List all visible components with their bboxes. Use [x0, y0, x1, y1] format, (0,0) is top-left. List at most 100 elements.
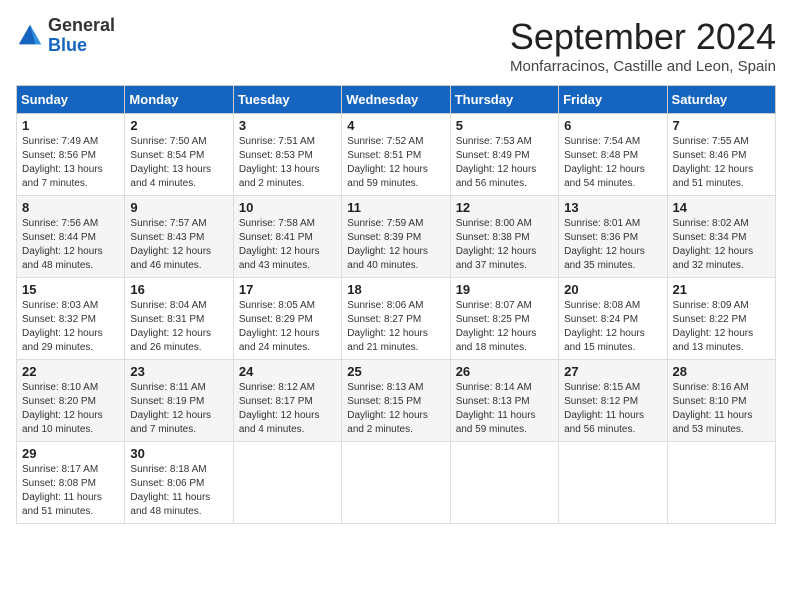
calendar-cell: 30 Sunrise: 8:18 AMSunset: 8:06 PMDayligh…	[125, 442, 233, 524]
logo: General Blue	[16, 16, 115, 56]
calendar-cell: 1 Sunrise: 7:49 AMSunset: 8:56 PMDaylight…	[17, 114, 125, 196]
day-number: 20	[564, 282, 661, 297]
day-number: 19	[456, 282, 553, 297]
day-info: Sunrise: 7:50 AMSunset: 8:54 PMDaylight:…	[130, 135, 227, 191]
day-number: 14	[673, 200, 770, 215]
calendar-cell: 21Sunrise: 8:09 AMSunset: 8:22 PMDayligh…	[667, 278, 775, 360]
day-info: Sunrise: 7:56 AMSunset: 8:44 PMDaylight:…	[22, 217, 119, 273]
day-number: 5	[456, 118, 553, 133]
calendar-cell: 29Sunrise: 8:17 AMSunset: 8:08 PMDayligh…	[17, 442, 125, 524]
day-info: Sunrise: 8:07 AMSunset: 8:25 PMDaylight:…	[456, 299, 553, 355]
calendar-cell: 2 Sunrise: 7:50 AMSunset: 8:54 PMDaylight…	[125, 114, 233, 196]
calendar-cell: 7 Sunrise: 7:55 AMSunset: 8:46 PMDaylight…	[667, 114, 775, 196]
location-title: Monfarracinos, Castille and Leon, Spain	[510, 58, 776, 75]
header-day-friday: Friday	[559, 86, 667, 114]
day-number: 15	[22, 282, 119, 297]
calendar-cell: 6Sunrise: 7:54 AMSunset: 8:48 PMDaylight…	[559, 114, 667, 196]
day-info: Sunrise: 7:53 AMSunset: 8:49 PMDaylight:…	[456, 135, 553, 191]
day-number: 26	[456, 364, 553, 379]
day-info: Sunrise: 8:15 AMSunset: 8:12 PMDaylight:…	[564, 381, 661, 437]
day-info: Sunrise: 7:57 AMSunset: 8:43 PMDaylight:…	[130, 217, 227, 273]
day-number: 2	[130, 118, 227, 133]
calendar-cell: 22 Sunrise: 8:10 AMSunset: 8:20 PMDayligh…	[17, 360, 125, 442]
header-day-thursday: Thursday	[450, 86, 558, 114]
logo-icon	[16, 22, 44, 50]
calendar-cell: 23 Sunrise: 8:11 AMSunset: 8:19 PMDayligh…	[125, 360, 233, 442]
calendar-cell	[342, 442, 450, 524]
day-info: Sunrise: 7:55 AMSunset: 8:46 PMDaylight:…	[673, 135, 770, 191]
day-info: Sunrise: 8:16 AMSunset: 8:10 PMDaylight:…	[673, 381, 770, 437]
day-number: 30	[130, 446, 227, 461]
day-number: 6	[564, 118, 661, 133]
day-info: Sunrise: 8:04 AMSunset: 8:31 PMDaylight:…	[130, 299, 227, 355]
calendar-week-row: 1 Sunrise: 7:49 AMSunset: 8:56 PMDaylight…	[17, 114, 776, 196]
calendar-cell: 14 Sunrise: 8:02 AMSunset: 8:34 PMDayligh…	[667, 196, 775, 278]
header-day-monday: Monday	[125, 86, 233, 114]
logo-text: General Blue	[48, 16, 115, 56]
day-info: Sunrise: 8:02 AMSunset: 8:34 PMDaylight:…	[673, 217, 770, 273]
day-info: Sunrise: 8:18 AMSunset: 8:06 PMDaylight:…	[130, 463, 227, 519]
calendar-cell: 25Sunrise: 8:13 AMSunset: 8:15 PMDayligh…	[342, 360, 450, 442]
title-area: September 2024 Monfarracinos, Castille a…	[510, 16, 776, 75]
calendar-cell: 19 Sunrise: 8:07 AMSunset: 8:25 PMDayligh…	[450, 278, 558, 360]
calendar-cell: 27 Sunrise: 8:15 AMSunset: 8:12 PMDayligh…	[559, 360, 667, 442]
day-number: 22	[22, 364, 119, 379]
header-day-saturday: Saturday	[667, 86, 775, 114]
header-day-tuesday: Tuesday	[233, 86, 341, 114]
month-title: September 2024	[510, 16, 776, 58]
day-info: Sunrise: 8:06 AMSunset: 8:27 PMDaylight:…	[347, 299, 444, 355]
day-number: 11	[347, 200, 444, 215]
day-info: Sunrise: 7:49 AMSunset: 8:56 PMDaylight:…	[22, 135, 119, 191]
calendar-cell: 20 Sunrise: 8:08 AMSunset: 8:24 PMDayligh…	[559, 278, 667, 360]
day-number: 23	[130, 364, 227, 379]
day-info: Sunrise: 8:08 AMSunset: 8:24 PMDaylight:…	[564, 299, 661, 355]
calendar-cell: 18 Sunrise: 8:06 AMSunset: 8:27 PMDayligh…	[342, 278, 450, 360]
calendar-cell: 24 Sunrise: 8:12 AMSunset: 8:17 PMDayligh…	[233, 360, 341, 442]
day-number: 17	[239, 282, 336, 297]
calendar-cell: 9Sunrise: 7:57 AMSunset: 8:43 PMDaylight…	[125, 196, 233, 278]
calendar-week-row: 8 Sunrise: 7:56 AMSunset: 8:44 PMDaylight…	[17, 196, 776, 278]
header-day-sunday: Sunday	[17, 86, 125, 114]
calendar-cell: 17 Sunrise: 8:05 AMSunset: 8:29 PMDayligh…	[233, 278, 341, 360]
calendar-cell: 4 Sunrise: 7:52 AMSunset: 8:51 PMDaylight…	[342, 114, 450, 196]
day-info: Sunrise: 8:01 AMSunset: 8:36 PMDaylight:…	[564, 217, 661, 273]
calendar-header-row: SundayMondayTuesdayWednesdayThursdayFrid…	[17, 86, 776, 114]
day-number: 28	[673, 364, 770, 379]
day-info: Sunrise: 8:03 AMSunset: 8:32 PMDaylight:…	[22, 299, 119, 355]
day-number: 27	[564, 364, 661, 379]
calendar-cell: 5 Sunrise: 7:53 AMSunset: 8:49 PMDaylight…	[450, 114, 558, 196]
day-number: 24	[239, 364, 336, 379]
day-number: 3	[239, 118, 336, 133]
calendar-cell: 10 Sunrise: 7:58 AMSunset: 8:41 PMDayligh…	[233, 196, 341, 278]
day-number: 25	[347, 364, 444, 379]
day-info: Sunrise: 7:58 AMSunset: 8:41 PMDaylight:…	[239, 217, 336, 273]
day-info: Sunrise: 8:17 AMSunset: 8:08 PMDaylight:…	[22, 463, 119, 519]
calendar-table: SundayMondayTuesdayWednesdayThursdayFrid…	[16, 85, 776, 524]
calendar-cell: 12 Sunrise: 8:00 AMSunset: 8:38 PMDayligh…	[450, 196, 558, 278]
day-info: Sunrise: 8:05 AMSunset: 8:29 PMDaylight:…	[239, 299, 336, 355]
day-number: 1	[22, 118, 119, 133]
day-info: Sunrise: 7:52 AMSunset: 8:51 PMDaylight:…	[347, 135, 444, 191]
calendar-cell: 8 Sunrise: 7:56 AMSunset: 8:44 PMDaylight…	[17, 196, 125, 278]
calendar-cell: 3 Sunrise: 7:51 AMSunset: 8:53 PMDaylight…	[233, 114, 341, 196]
calendar-week-row: 29Sunrise: 8:17 AMSunset: 8:08 PMDayligh…	[17, 442, 776, 524]
calendar-week-row: 22 Sunrise: 8:10 AMSunset: 8:20 PMDayligh…	[17, 360, 776, 442]
day-info: Sunrise: 8:10 AMSunset: 8:20 PMDaylight:…	[22, 381, 119, 437]
page-header: General Blue September 2024 Monfarracino…	[16, 16, 776, 75]
day-number: 18	[347, 282, 444, 297]
day-number: 8	[22, 200, 119, 215]
day-number: 12	[456, 200, 553, 215]
day-info: Sunrise: 7:51 AMSunset: 8:53 PMDaylight:…	[239, 135, 336, 191]
calendar-cell: 26Sunrise: 8:14 AMSunset: 8:13 PMDayligh…	[450, 360, 558, 442]
day-number: 21	[673, 282, 770, 297]
day-info: Sunrise: 8:11 AMSunset: 8:19 PMDaylight:…	[130, 381, 227, 437]
day-number: 16	[130, 282, 227, 297]
day-number: 7	[673, 118, 770, 133]
day-info: Sunrise: 8:00 AMSunset: 8:38 PMDaylight:…	[456, 217, 553, 273]
day-number: 4	[347, 118, 444, 133]
calendar-cell	[667, 442, 775, 524]
day-info: Sunrise: 8:12 AMSunset: 8:17 PMDaylight:…	[239, 381, 336, 437]
calendar-cell	[233, 442, 341, 524]
day-number: 10	[239, 200, 336, 215]
calendar-cell: 28 Sunrise: 8:16 AMSunset: 8:10 PMDayligh…	[667, 360, 775, 442]
